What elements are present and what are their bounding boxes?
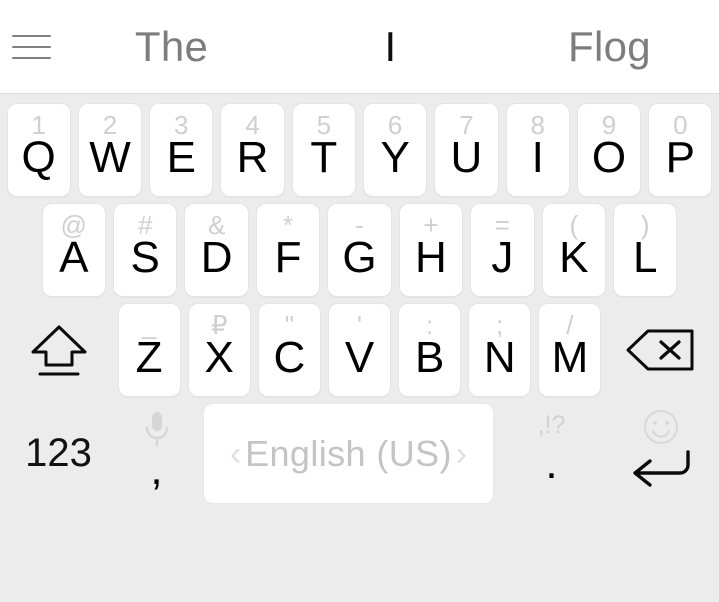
key-p[interactable]: 0 P xyxy=(648,103,713,197)
key-label: N xyxy=(483,333,516,382)
shift-caps-lock-icon[interactable] xyxy=(7,303,111,397)
key-w[interactable]: 2 W xyxy=(77,103,143,197)
space-key[interactable]: ‹ English (US) › xyxy=(203,403,494,504)
microphone-icon[interactable] xyxy=(118,409,196,449)
keyboard-row-4: 123 , ‹ English (US) › ,!? . xyxy=(0,400,719,507)
key-u[interactable]: 7 U xyxy=(434,103,499,197)
key-r[interactable]: 4 R xyxy=(220,103,285,197)
key-o[interactable]: 9 O xyxy=(576,103,642,197)
key-label: U xyxy=(450,133,483,182)
keyboard-screen: The I Flog 1 Q 2 W 3 E 4 R 5 T 6 Y 7 U 8… xyxy=(0,0,719,602)
smiley-emoji-icon[interactable] xyxy=(609,407,713,447)
key-label: L xyxy=(633,233,658,282)
key-y[interactable]: 6 Y xyxy=(363,103,428,197)
key-label: B xyxy=(414,333,445,382)
key-label: A xyxy=(59,233,89,282)
key-k[interactable]: ( K xyxy=(541,203,607,297)
menu-line xyxy=(11,34,51,37)
key-label: , xyxy=(150,445,163,494)
next-language-icon[interactable]: › xyxy=(456,437,467,471)
key-label: K xyxy=(559,233,589,282)
suggestion-list: The I Flog xyxy=(62,0,719,94)
key-label: C xyxy=(273,333,306,382)
key-label: Y xyxy=(380,133,410,182)
enter-return-icon xyxy=(626,446,696,504)
key-i[interactable]: 8 I xyxy=(505,103,570,197)
key-label: G xyxy=(342,233,377,282)
key-g[interactable]: - G xyxy=(327,203,392,297)
period-key[interactable]: ,!? . xyxy=(502,403,602,504)
key-label: H xyxy=(415,233,447,282)
key-s[interactable]: # S xyxy=(112,203,178,297)
key-h[interactable]: + H xyxy=(398,203,464,297)
key-hint: ,!? xyxy=(537,411,566,439)
key-label: X xyxy=(204,333,234,382)
key-n[interactable]: ; N xyxy=(468,303,532,397)
keyboard-row-3: _ Z ₽ X " C ' V : B ; N / M xyxy=(0,300,719,400)
key-v[interactable]: ' V xyxy=(327,303,392,397)
previous-language-icon[interactable]: ‹ xyxy=(230,437,241,471)
key-c[interactable]: " C xyxy=(257,303,321,397)
key-label: V xyxy=(344,333,375,382)
menu-line xyxy=(11,56,51,59)
backspace-delete-icon[interactable] xyxy=(608,303,712,397)
key-label: D xyxy=(200,233,233,282)
key-label: . xyxy=(545,439,558,488)
key-label: J xyxy=(491,233,514,282)
key-m[interactable]: / M xyxy=(538,303,602,397)
keyboard-row-1: 1 Q 2 W 3 E 4 R 5 T 6 Y 7 U 8 I 9 O 0 P xyxy=(0,100,719,200)
key-q[interactable]: 1 Q xyxy=(6,103,71,197)
menu-line xyxy=(11,45,51,48)
key-label: O xyxy=(591,133,627,182)
key-j[interactable]: = J xyxy=(470,203,535,297)
suggestion-item-2[interactable]: I xyxy=(281,0,500,94)
suggestion-item-1[interactable]: The xyxy=(62,0,281,94)
suggestion-bar: The I Flog xyxy=(0,0,719,94)
key-t[interactable]: 5 T xyxy=(291,103,356,197)
space-language-label: English (US) xyxy=(245,432,452,474)
key-b[interactable]: : B xyxy=(398,303,462,397)
key-label: S xyxy=(130,233,160,282)
keyboard: 1 Q 2 W 3 E 4 R 5 T 6 Y 7 U 8 I 9 O 0 P … xyxy=(0,94,719,602)
hamburger-menu-icon[interactable] xyxy=(0,0,62,94)
key-l[interactable]: ) L xyxy=(613,203,678,297)
key-e[interactable]: 3 E xyxy=(149,103,214,197)
key-label: Q xyxy=(21,133,56,182)
key-f[interactable]: * F xyxy=(255,203,321,297)
key-label: T xyxy=(310,133,338,182)
key-d[interactable]: & D xyxy=(184,203,249,297)
key-x[interactable]: ₽ X xyxy=(187,303,251,397)
suggestion-item-3[interactable]: Flog xyxy=(500,0,719,94)
key-a[interactable]: @ A xyxy=(41,203,106,297)
comma-key[interactable]: , xyxy=(118,403,196,504)
keyboard-row-2: @ A # S & D * F - G + H = J (K) L xyxy=(0,200,719,300)
key-label: M xyxy=(551,333,589,382)
enter-key[interactable] xyxy=(609,403,713,504)
key-label: W xyxy=(89,133,131,182)
numeric-mode-key[interactable]: 123 xyxy=(7,403,111,504)
key-label: F xyxy=(274,233,302,282)
key-label: Z xyxy=(135,333,163,382)
key-label: R xyxy=(236,133,269,182)
key-label: I xyxy=(531,133,544,182)
key-z[interactable]: _ Z xyxy=(117,303,181,397)
key-label: E xyxy=(166,133,196,182)
key-label: P xyxy=(665,133,696,182)
